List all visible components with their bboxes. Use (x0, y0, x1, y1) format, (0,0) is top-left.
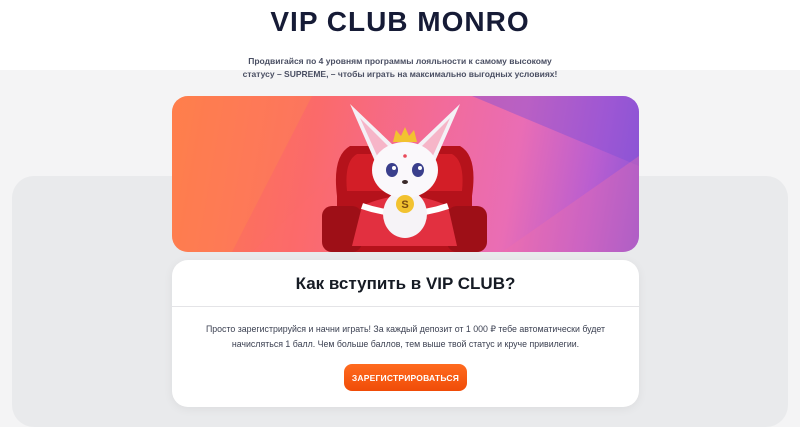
divider (172, 306, 639, 307)
page-subtitle: Продвигайся по 4 уровням программы лояль… (225, 55, 575, 81)
svg-text:S: S (401, 199, 408, 211)
subtitle-line-2: статусу – SUPREME, – чтобы играть на мак… (242, 69, 558, 79)
hero-facet (502, 156, 639, 252)
register-button[interactable]: ЗАРЕГИСТРИРОВАТЬСЯ (344, 364, 467, 391)
hero-illustration: S (172, 96, 639, 252)
join-card-description: Просто зарегистрируйся и начни играть! З… (190, 322, 621, 351)
page-title: VIP CLUB MONRO (270, 6, 530, 37)
description-line-1: Просто зарегистрируйся и начни играть! З… (205, 324, 606, 334)
hero-facet (472, 96, 639, 166)
description-line-2: начисляться 1 балл. Чем больше баллов, т… (231, 338, 580, 349)
join-card-title: Как вступить в VIP CLUB? (295, 274, 516, 293)
subtitle-line-1: Продвигайся по 4 уровням программы лояль… (248, 56, 552, 66)
hero-banner: S (172, 96, 639, 252)
join-card: Как вступить в VIP CLUB? Просто зарегист… (172, 260, 639, 407)
supreme-badge-icon: S (396, 195, 414, 213)
